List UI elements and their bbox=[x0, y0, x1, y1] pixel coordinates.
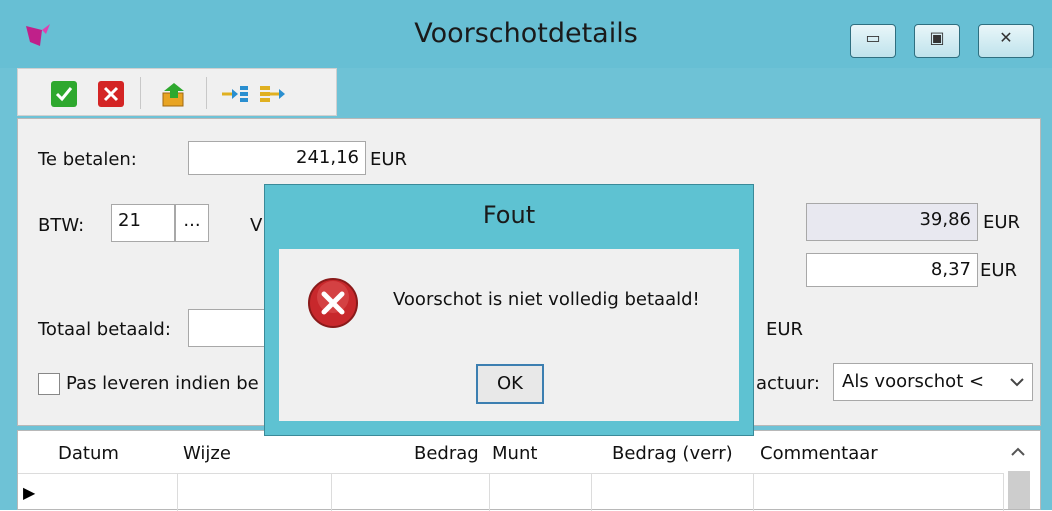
chevron-down-icon bbox=[1010, 378, 1024, 387]
cancel-button[interactable] bbox=[98, 81, 124, 107]
ok-button[interactable]: OK bbox=[476, 364, 544, 404]
factuur-label: actuur: bbox=[756, 373, 820, 394]
move-in-button[interactable] bbox=[220, 81, 250, 107]
btw-label: BTW: bbox=[38, 215, 85, 236]
toolbar-separator bbox=[206, 77, 207, 109]
column-header-datum[interactable]: Datum bbox=[58, 443, 119, 464]
table-cell[interactable] bbox=[18, 473, 178, 511]
column-header-bedrag-verr[interactable]: Bedrag (verr) bbox=[612, 443, 733, 464]
scrollbar-thumb[interactable] bbox=[1008, 471, 1030, 509]
close-icon: ✕ bbox=[999, 28, 1013, 47]
column-header-wijze[interactable]: Wijze bbox=[183, 443, 231, 464]
title-bar: Voorschotdetails ▭ ▣ ✕ bbox=[0, 0, 1052, 68]
table-cell[interactable] bbox=[178, 473, 332, 511]
move-out-icon bbox=[260, 86, 285, 102]
scroll-up-icon[interactable] bbox=[1011, 447, 1025, 457]
column-header-bedrag[interactable]: Bedrag bbox=[414, 443, 479, 464]
export-button[interactable] bbox=[160, 81, 186, 107]
amount-field-2[interactable]: 8,37 bbox=[806, 253, 978, 287]
te-betalen-field[interactable]: 241,16 bbox=[188, 141, 366, 175]
btw-lookup-button[interactable]: ... bbox=[175, 204, 209, 242]
check-icon bbox=[55, 87, 73, 102]
error-dialog: Fout Voorschot is niet volledig betaald!… bbox=[264, 184, 754, 436]
table-cell[interactable] bbox=[490, 473, 592, 511]
partial-label: V bbox=[250, 215, 263, 236]
error-icon bbox=[308, 278, 358, 328]
table-cell[interactable] bbox=[332, 473, 490, 511]
totaal-betaald-field[interactable] bbox=[188, 309, 268, 347]
currency-label: EUR bbox=[766, 319, 804, 340]
main-window: Voorschotdetails ▭ ▣ ✕ Te betalen: 241,1… bbox=[0, 0, 1052, 511]
totaal-betaald-label: Totaal betaald: bbox=[38, 319, 171, 340]
dialog-title: Fout bbox=[482, 201, 536, 229]
toolbar-separator bbox=[140, 77, 141, 109]
factuur-select[interactable]: Als voorschot < bbox=[833, 363, 1033, 401]
table-cell[interactable] bbox=[754, 473, 1004, 511]
minimize-icon: ▭ bbox=[865, 28, 881, 47]
minimize-button[interactable]: ▭ bbox=[850, 24, 896, 58]
move-out-button[interactable] bbox=[258, 81, 288, 107]
pas-leveren-label: Pas leveren indien be bbox=[66, 373, 259, 394]
column-header-commentaar[interactable]: Commentaar bbox=[760, 443, 878, 464]
factuur-select-value: Als voorschot < bbox=[842, 371, 985, 392]
cancel-icon bbox=[103, 86, 119, 102]
move-in-icon bbox=[222, 86, 248, 102]
export-icon bbox=[162, 83, 184, 107]
currency-label: EUR bbox=[370, 149, 408, 170]
maximize-icon: ▣ bbox=[929, 28, 945, 47]
close-button[interactable]: ✕ bbox=[978, 24, 1034, 58]
column-header-munt[interactable]: Munt bbox=[492, 443, 537, 464]
toolbar bbox=[17, 68, 337, 116]
maximize-button[interactable]: ▣ bbox=[914, 24, 960, 58]
pas-leveren-checkbox[interactable] bbox=[38, 373, 60, 395]
currency-label: EUR bbox=[980, 260, 1018, 281]
payments-table: Datum Wijze Bedrag Munt Bedrag (verr) Co… bbox=[17, 430, 1041, 511]
amount-field-1[interactable]: 39,86 bbox=[806, 203, 978, 241]
currency-label: EUR bbox=[983, 212, 1021, 233]
btw-field[interactable]: 21 bbox=[111, 204, 175, 242]
table-cell[interactable] bbox=[592, 473, 754, 511]
confirm-button[interactable] bbox=[51, 81, 77, 107]
dialog-message: Voorschot is niet volledig betaald! bbox=[393, 289, 700, 310]
dialog-body: Voorschot is niet volledig betaald! OK bbox=[279, 249, 739, 421]
te-betalen-label: Te betalen: bbox=[38, 149, 137, 170]
